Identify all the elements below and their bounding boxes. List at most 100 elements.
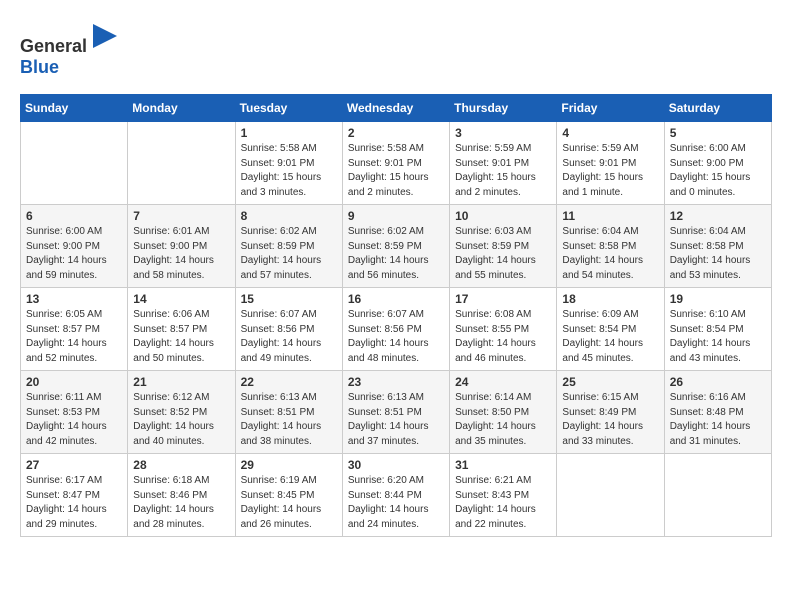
day-cell: 2Sunrise: 5:58 AM Sunset: 9:01 PM Daylig… — [342, 122, 449, 205]
week-row-1: 6Sunrise: 6:00 AM Sunset: 9:00 PM Daylig… — [21, 205, 772, 288]
logo-text: General Blue — [20, 20, 121, 78]
day-cell: 29Sunrise: 6:19 AM Sunset: 8:45 PM Dayli… — [235, 454, 342, 537]
day-cell — [21, 122, 128, 205]
day-number: 27 — [26, 458, 122, 472]
day-cell: 15 Sunrise: 6:07 AM Sunset: 8:56 PM Dayli… — [235, 288, 342, 371]
day-info: Sunrise: 6:15 AM Sunset: 8:49 PM Dayligh… — [562, 391, 658, 449]
day-info: Sunrise: 6:16 AM Sunset: 8:48 PM Dayligh… — [670, 391, 766, 449]
day-cell: 18 Sunrise: 6:09 AM Sunset: 8:54 PM Dayli… — [557, 288, 664, 371]
day-cell: 20 Sunrise: 6:11 AM Sunset: 8:53 PM Dayli… — [21, 371, 128, 454]
day-cell: 7 Sunrise: 6:01 AM Sunset: 9:00 PM Daylig… — [128, 205, 235, 288]
header-monday: Monday — [128, 95, 235, 122]
day-info: Sunrise: 6:12 AM Sunset: 8:52 PM Dayligh… — [133, 391, 229, 449]
day-info: Sunrise: 6:04 AM Sunset: 8:58 PM Dayligh… — [670, 225, 766, 283]
day-number: 28 — [133, 458, 229, 472]
day-cell: 14Sunrise: 6:06 AM Sunset: 8:57 PM Dayli… — [128, 288, 235, 371]
day-cell: 10Sunrise: 6:03 AM Sunset: 8:59 PM Dayli… — [450, 205, 557, 288]
day-number: 22 — [241, 375, 337, 389]
day-info: Sunrise: 6:19 AM Sunset: 8:45 PM Dayligh… — [241, 474, 337, 532]
day-cell: 26 Sunrise: 6:16 AM Sunset: 8:48 PM Dayli… — [664, 371, 771, 454]
logo-flag-icon — [89, 20, 121, 52]
day-info: Sunrise: 6:01 AM Sunset: 9:00 PM Dayligh… — [133, 225, 229, 283]
day-info: Sunrise: 6:20 AM Sunset: 8:44 PM Dayligh… — [348, 474, 444, 532]
day-cell: 27 Sunrise: 6:17 AM Sunset: 8:47 PM Dayli… — [21, 454, 128, 537]
day-info: Sunrise: 6:13 AM Sunset: 8:51 PM Dayligh… — [241, 391, 337, 449]
day-cell: 22 Sunrise: 6:13 AM Sunset: 8:51 PM Dayli… — [235, 371, 342, 454]
day-cell — [128, 122, 235, 205]
day-cell: 28Sunrise: 6:18 AM Sunset: 8:46 PM Dayli… — [128, 454, 235, 537]
day-info: Sunrise: 5:59 AM Sunset: 9:01 PM Dayligh… — [562, 142, 658, 200]
day-info: Sunrise: 6:05 AM Sunset: 8:57 PM Dayligh… — [26, 308, 122, 366]
day-number: 19 — [670, 292, 766, 306]
day-info: Sunrise: 6:00 AM Sunset: 9:00 PM Dayligh… — [26, 225, 122, 283]
day-info: Sunrise: 6:07 AM Sunset: 8:56 PM Dayligh… — [348, 308, 444, 366]
day-number: 25 — [562, 375, 658, 389]
day-number: 31 — [455, 458, 551, 472]
calendar-table: SundayMondayTuesdayWednesdayThursdayFrid… — [20, 94, 772, 537]
week-row-2: 13 Sunrise: 6:05 AM Sunset: 8:57 PM Dayli… — [21, 288, 772, 371]
day-cell: 12 Sunrise: 6:04 AM Sunset: 8:58 PM Dayli… — [664, 205, 771, 288]
day-number: 26 — [670, 375, 766, 389]
calendar-header: SundayMondayTuesdayWednesdayThursdayFrid… — [21, 95, 772, 122]
day-number: 11 — [562, 209, 658, 223]
day-number: 16 — [348, 292, 444, 306]
logo-blue: Blue — [20, 57, 59, 77]
day-cell: 23 Sunrise: 6:13 AM Sunset: 8:51 PM Dayli… — [342, 371, 449, 454]
day-number: 4 — [562, 126, 658, 140]
day-info: Sunrise: 6:11 AM Sunset: 8:53 PM Dayligh… — [26, 391, 122, 449]
day-info: Sunrise: 6:02 AM Sunset: 8:59 PM Dayligh… — [348, 225, 444, 283]
day-info: Sunrise: 6:04 AM Sunset: 8:58 PM Dayligh… — [562, 225, 658, 283]
day-info: Sunrise: 6:10 AM Sunset: 8:54 PM Dayligh… — [670, 308, 766, 366]
day-cell: 8Sunrise: 6:02 AM Sunset: 8:59 PM Daylig… — [235, 205, 342, 288]
day-number: 10 — [455, 209, 551, 223]
day-cell: 11 Sunrise: 6:04 AM Sunset: 8:58 PM Dayli… — [557, 205, 664, 288]
day-info: Sunrise: 6:14 AM Sunset: 8:50 PM Dayligh… — [455, 391, 551, 449]
day-number: 18 — [562, 292, 658, 306]
day-cell: 4 Sunrise: 5:59 AM Sunset: 9:01 PM Daylig… — [557, 122, 664, 205]
day-cell — [664, 454, 771, 537]
day-info: Sunrise: 6:17 AM Sunset: 8:47 PM Dayligh… — [26, 474, 122, 532]
day-number: 5 — [670, 126, 766, 140]
day-number: 20 — [26, 375, 122, 389]
day-cell: 5 Sunrise: 6:00 AM Sunset: 9:00 PM Daylig… — [664, 122, 771, 205]
header-saturday: Saturday — [664, 95, 771, 122]
day-number: 3 — [455, 126, 551, 140]
day-info: Sunrise: 6:13 AM Sunset: 8:51 PM Dayligh… — [348, 391, 444, 449]
day-number: 12 — [670, 209, 766, 223]
day-number: 2 — [348, 126, 444, 140]
day-cell: 24Sunrise: 6:14 AM Sunset: 8:50 PM Dayli… — [450, 371, 557, 454]
day-cell: 19 Sunrise: 6:10 AM Sunset: 8:54 PM Dayli… — [664, 288, 771, 371]
day-info: Sunrise: 6:08 AM Sunset: 8:55 PM Dayligh… — [455, 308, 551, 366]
day-cell: 16 Sunrise: 6:07 AM Sunset: 8:56 PM Dayli… — [342, 288, 449, 371]
logo: General Blue — [20, 20, 121, 78]
day-cell: 25 Sunrise: 6:15 AM Sunset: 8:49 PM Dayli… — [557, 371, 664, 454]
day-number: 23 — [348, 375, 444, 389]
day-info: Sunrise: 5:59 AM Sunset: 9:01 PM Dayligh… — [455, 142, 551, 200]
header-wednesday: Wednesday — [342, 95, 449, 122]
day-info: Sunrise: 6:06 AM Sunset: 8:57 PM Dayligh… — [133, 308, 229, 366]
day-cell: 17 Sunrise: 6:08 AM Sunset: 8:55 PM Dayli… — [450, 288, 557, 371]
header-thursday: Thursday — [450, 95, 557, 122]
day-cell: 13 Sunrise: 6:05 AM Sunset: 8:57 PM Dayli… — [21, 288, 128, 371]
day-info: Sunrise: 5:58 AM Sunset: 9:01 PM Dayligh… — [241, 142, 337, 200]
day-number: 13 — [26, 292, 122, 306]
day-number: 17 — [455, 292, 551, 306]
day-number: 30 — [348, 458, 444, 472]
day-cell: 1 Sunrise: 5:58 AM Sunset: 9:01 PM Daylig… — [235, 122, 342, 205]
day-number: 9 — [348, 209, 444, 223]
day-cell: 3 Sunrise: 5:59 AM Sunset: 9:01 PM Daylig… — [450, 122, 557, 205]
day-number: 15 — [241, 292, 337, 306]
day-cell: 31 Sunrise: 6:21 AM Sunset: 8:43 PM Dayli… — [450, 454, 557, 537]
day-number: 1 — [241, 126, 337, 140]
day-info: Sunrise: 6:00 AM Sunset: 9:00 PM Dayligh… — [670, 142, 766, 200]
day-info: Sunrise: 6:09 AM Sunset: 8:54 PM Dayligh… — [562, 308, 658, 366]
header-row: SundayMondayTuesdayWednesdayThursdayFrid… — [21, 95, 772, 122]
calendar-body: 1 Sunrise: 5:58 AM Sunset: 9:01 PM Daylig… — [21, 122, 772, 537]
week-row-3: 20 Sunrise: 6:11 AM Sunset: 8:53 PM Dayli… — [21, 371, 772, 454]
day-number: 7 — [133, 209, 229, 223]
day-cell: 30 Sunrise: 6:20 AM Sunset: 8:44 PM Dayli… — [342, 454, 449, 537]
header-tuesday: Tuesday — [235, 95, 342, 122]
day-info: Sunrise: 6:21 AM Sunset: 8:43 PM Dayligh… — [455, 474, 551, 532]
header-sunday: Sunday — [21, 95, 128, 122]
day-info: Sunrise: 6:07 AM Sunset: 8:56 PM Dayligh… — [241, 308, 337, 366]
